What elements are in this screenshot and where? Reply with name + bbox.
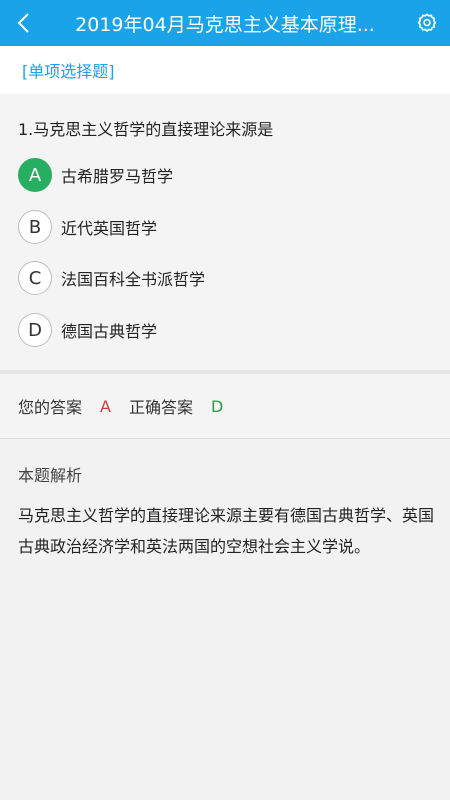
- gear-icon: [417, 13, 437, 32]
- app-header: 2019年04月马克思主义基本原理...: [0, 0, 450, 46]
- answer-row: 您的答案 A 正确答案 D: [0, 374, 450, 438]
- option-a-badge: A: [18, 158, 52, 192]
- question-type-bar: [单项选择题]: [0, 46, 450, 94]
- analysis-title: 本题解析: [18, 466, 83, 485]
- option-d-badge: D: [18, 313, 52, 347]
- question-text: 1.马克思主义哲学的直接理论来源是: [18, 120, 274, 139]
- option-a-text: 古希腊罗马哲学: [61, 167, 174, 186]
- question-area: 1.马克思主义哲学的直接理论来源是 A 古希腊罗马哲学 B 近代英国哲学 C 法…: [0, 94, 450, 370]
- option-a[interactable]: A 古希腊罗马哲学: [18, 155, 418, 195]
- option-d-text: 德国古典哲学: [61, 322, 158, 341]
- back-button[interactable]: [0, 0, 46, 46]
- correct-answer-label: 正确答案: [128, 398, 193, 417]
- option-b-text: 近代英国哲学: [61, 219, 158, 238]
- correct-answer-value: D: [210, 396, 224, 416]
- chevron-left-icon: [17, 13, 29, 33]
- option-b[interactable]: B 近代英国哲学: [18, 207, 418, 247]
- your-answer-label: 您的答案: [18, 398, 83, 417]
- option-b-badge: B: [18, 210, 52, 244]
- page-title: 2019年04月马克思主义基本原理...: [75, 13, 375, 36]
- your-answer-value: A: [100, 396, 111, 416]
- question-type-label: [单项选择题]: [22, 62, 115, 81]
- answer-divider: [0, 438, 450, 439]
- option-c[interactable]: C 法国百科全书派哲学: [18, 258, 418, 298]
- option-d[interactable]: D 德国古典哲学: [18, 310, 418, 350]
- option-c-badge: C: [18, 261, 52, 295]
- settings-button[interactable]: [404, 0, 450, 46]
- analysis-body: 马克思主义哲学的直接理论来源主要有德国古典哲学、英国古典政治经济学和英法两国的空…: [18, 506, 435, 556]
- option-c-text: 法国百科全书派哲学: [61, 270, 206, 289]
